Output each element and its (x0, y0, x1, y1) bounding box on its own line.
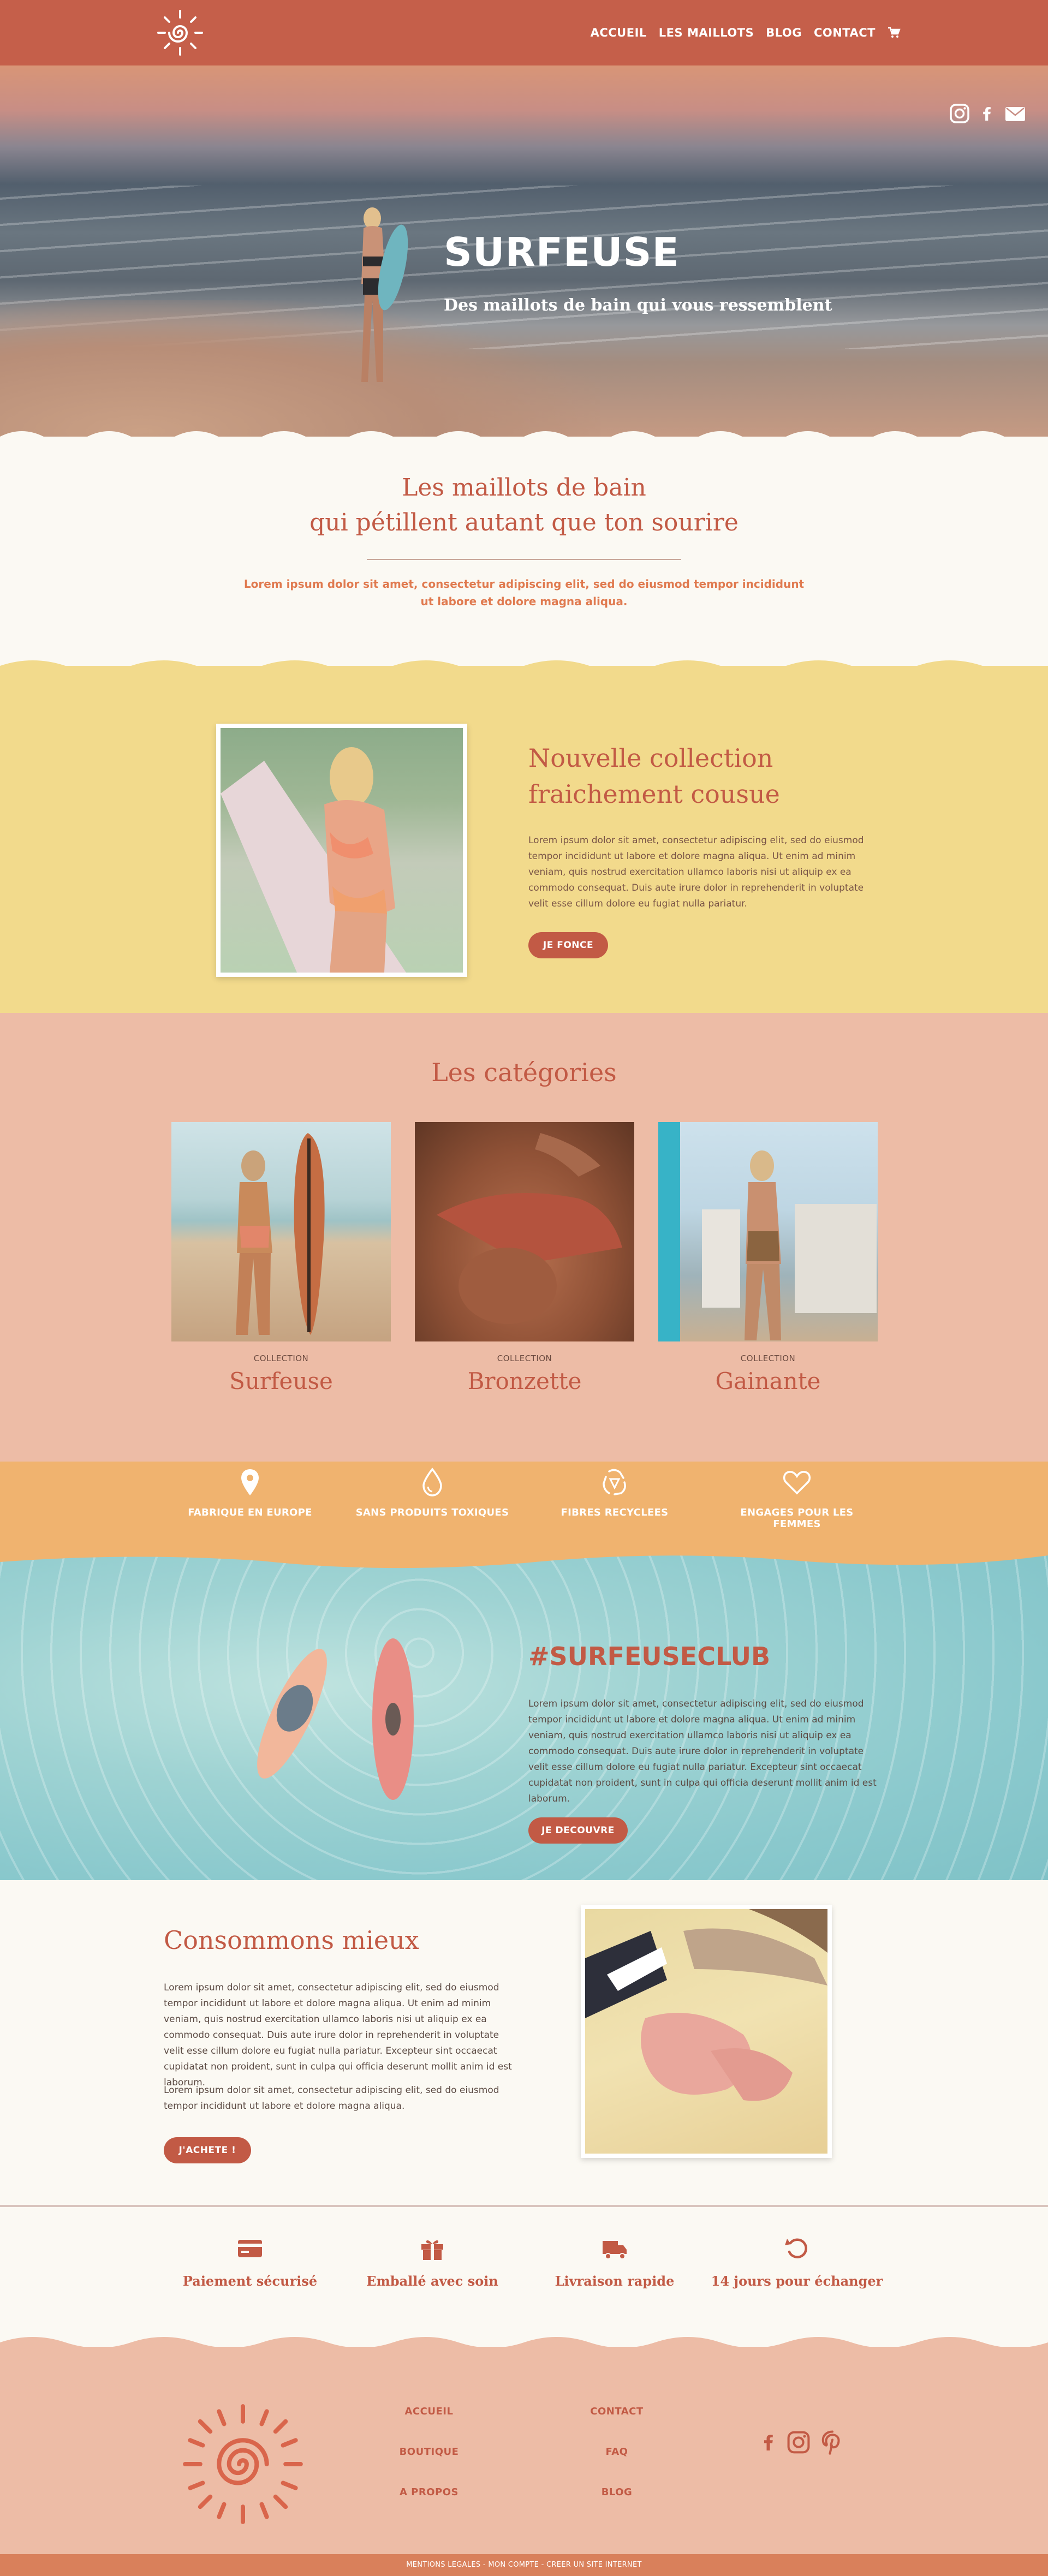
nav-les-maillots[interactable]: LES MAILLOTS (659, 26, 754, 39)
category-name-bronzette[interactable]: Bronzette (415, 1368, 634, 1394)
map-pin-icon (241, 1469, 259, 1495)
nav-accueil[interactable]: ACCUEIL (591, 26, 647, 39)
intro-title: Les maillots de bain qui pétillent autan… (0, 470, 1048, 540)
category-name-gainante[interactable]: Gainante (658, 1368, 878, 1394)
service-packaging: Emballé avec soin (345, 2235, 520, 2289)
consume-text-1: Lorem ipsum dolor sit amet, consectetur … (164, 1982, 512, 2088)
feature-label: FIBRES RECYCLEES (561, 1507, 669, 1518)
service-label: Emballé avec soin (366, 2273, 498, 2289)
undo-icon (785, 2238, 807, 2258)
footer-link-a-propos[interactable]: A PROPOS (374, 2486, 484, 2498)
service-secure-payment: Paiement sécurisé (163, 2235, 337, 2289)
category-name-surfeuse[interactable]: Surfeuse (171, 1368, 391, 1394)
hero-title: SURFEUSE (444, 229, 680, 275)
consume-text-2: Lorem ipsum dolor sit amet, consectetur … (164, 2085, 499, 2112)
surfeuseclub-section (0, 1555, 1048, 1880)
category-image-surfeuse[interactable] (171, 1122, 391, 1341)
wave-divider (0, 1550, 1048, 1569)
collection-photo (221, 728, 463, 973)
consume-photo (585, 1909, 827, 2154)
collection-title-line2: fraichement cousue (528, 779, 780, 809)
site-footer (0, 2347, 1048, 2554)
main-nav: ACCUEIL LES MAILLOTS BLOG CONTACT (591, 0, 901, 65)
categories-title: Les catégories (431, 1058, 617, 1087)
surfer-figure (361, 207, 408, 382)
intro-text: Lorem ipsum dolor sit amet, consectetur … (0, 575, 1048, 610)
service-delivery: Livraison rapide (527, 2235, 702, 2289)
instagram-icon[interactable] (949, 103, 970, 124)
facebook-icon[interactable] (980, 103, 995, 124)
service-label: Livraison rapide (555, 2273, 675, 2289)
feature-no-toxic: SANS PRODUITS TOXIQUES (350, 1467, 514, 1518)
sun-logo-icon[interactable] (180, 2401, 306, 2527)
category-kicker: COLLECTION (253, 1353, 309, 1363)
facebook-icon[interactable] (761, 2430, 777, 2455)
pinterest-icon[interactable] (820, 2430, 845, 2455)
intro-text-line1: Lorem ipsum dolor sit amet, consectetur … (243, 577, 805, 591)
feature-recycled: FIBRES RECYCLEES (533, 1467, 696, 1518)
recycle-icon (603, 1469, 626, 1495)
wave-divider (0, 660, 1048, 677)
header-social-links (949, 103, 1026, 124)
nav-contact[interactable]: CONTACT (814, 26, 876, 39)
intro-title-line2: qui pétillent autant que ton sourire (309, 509, 739, 536)
footer-link-faq[interactable]: FAQ (562, 2446, 671, 2458)
service-label: Paiement sécurisé (182, 2273, 318, 2289)
credit-card-icon (238, 2240, 262, 2257)
footer-social-links (761, 2430, 845, 2455)
je-decouvre-button[interactable]: JE DECOUVRE (528, 1817, 628, 1844)
cart-icon[interactable] (888, 27, 901, 39)
club-title: #SURFEUSECLUB (528, 1642, 771, 1671)
truck-icon (603, 2241, 627, 2259)
footer-link-boutique[interactable]: BOUTIQUE (374, 2446, 484, 2458)
new-collection-section (0, 666, 1048, 1013)
collection-title: Nouvelle collection fraichement cousue (528, 740, 780, 812)
section-divider (0, 2205, 1048, 2207)
category-image-bronzette[interactable] (415, 1122, 634, 1341)
surfboards-illustration (257, 1638, 414, 1800)
footer-link-blog[interactable]: BLOG (562, 2486, 671, 2498)
service-label: 14 jours pour échanger (711, 2273, 883, 2289)
footer-link-accueil[interactable]: ACCUEIL (374, 2406, 484, 2417)
feature-label: ENGAGES POUR LES FEMMES (740, 1507, 854, 1530)
collection-title-line1: Nouvelle collection (528, 743, 773, 773)
collection-text: Lorem ipsum dolor sit amet, consectetur … (528, 835, 864, 909)
category-image-gainante[interactable] (658, 1122, 878, 1341)
sun-logo-icon[interactable] (153, 5, 207, 60)
envelope-icon[interactable] (1004, 103, 1026, 124)
heart-icon (783, 1471, 811, 1495)
feature-europe: FABRIQUE EN EUROPE (168, 1467, 332, 1518)
consume-title: Consommons mieux (164, 1925, 419, 1955)
category-card-gainante[interactable]: COLLECTION Gainante (658, 1122, 878, 1394)
feature-label: FABRIQUE EN EUROPE (188, 1507, 312, 1518)
beach-sand (0, 300, 600, 437)
gift-icon (421, 2240, 443, 2260)
footer-link-contact[interactable]: CONTACT (562, 2406, 671, 2417)
category-kicker: COLLECTION (740, 1353, 796, 1363)
category-kicker: COLLECTION (497, 1353, 552, 1363)
hero-subtitle: Des maillots de bain qui vous ressemblen… (444, 296, 832, 315)
intro-text-line2: ut labore et dolore magna aliqua. (420, 595, 628, 608)
feature-label: SANS PRODUITS TOXIQUES (355, 1507, 509, 1518)
consume-photo-frame (581, 1905, 832, 2158)
category-card-surfeuse[interactable]: COLLECTION Surfeuse (171, 1122, 391, 1394)
collection-photo-frame (216, 724, 467, 977)
wave-divider (0, 431, 1048, 451)
je-fonce-button[interactable]: JE FONCE (528, 932, 608, 958)
category-card-bronzette[interactable]: COLLECTION Bronzette (415, 1122, 634, 1394)
nav-blog[interactable]: BLOG (766, 26, 802, 39)
feature-women: ENGAGES POUR LES FEMMES (715, 1467, 879, 1530)
drop-icon (422, 1468, 442, 1496)
site-header: ACCUEIL LES MAILLOTS BLOG CONTACT (0, 0, 1048, 65)
intro-divider (367, 559, 681, 560)
instagram-icon[interactable] (786, 2430, 811, 2455)
hero-banner: SURFEUSE Des maillots de bain qui vous r… (0, 65, 1048, 437)
service-exchange: 14 jours pour échanger (710, 2235, 884, 2289)
j-achete-button[interactable]: J'ACHETE ! (164, 2137, 251, 2163)
club-text: Lorem ipsum dolor sit amet, consectetur … (528, 1698, 877, 1804)
intro-title-line1: Les maillots de bain (402, 474, 646, 502)
footer-bottom-bar[interactable]: MENTIONS LEGALES - MON COMPTE - CREER UN… (0, 2554, 1048, 2576)
